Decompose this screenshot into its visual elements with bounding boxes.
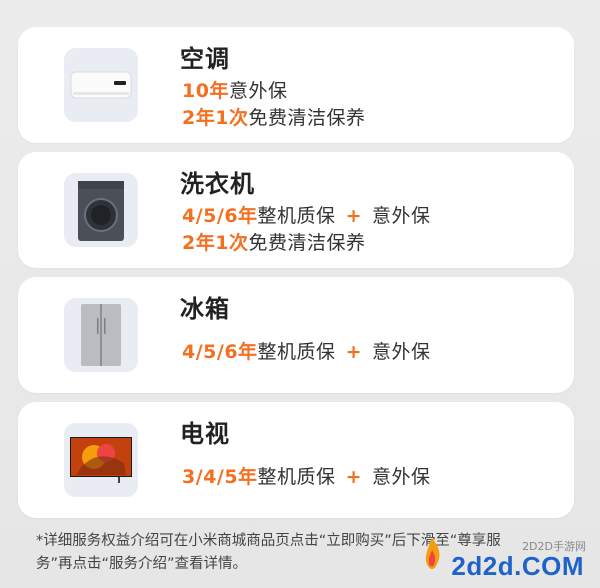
highlight-term: 2年1次	[182, 107, 249, 129]
benefit-line: 2年1次免费清洁保养	[182, 103, 365, 130]
plus-sign: +	[345, 205, 362, 227]
refrigerator-icon	[64, 298, 138, 372]
benefit-text: 整机质保	[257, 341, 336, 363]
card-title: 电视	[180, 420, 230, 448]
watermark-logo: 2d2d.COM	[451, 551, 584, 581]
benefit-text: 免费清洁保养	[248, 107, 366, 129]
benefit-extra: 意外保	[371, 466, 431, 488]
service-card-refrigerator[interactable]: 冰箱 4/5/6年整机质保 + 意外保	[18, 277, 574, 393]
benefit-text: 整机质保	[257, 466, 336, 488]
benefit-text: 意外保	[228, 80, 288, 102]
benefit-line: 4/5/6年整机质保 + 意外保	[182, 337, 431, 364]
benefit-line: 10年意外保	[182, 76, 287, 103]
flame-logo-icon	[425, 538, 440, 569]
card-title: 洗衣机	[180, 170, 255, 198]
benefit-extra: 意外保	[371, 341, 431, 363]
benefit-line: 2年1次免费清洁保养	[182, 228, 365, 255]
service-card-air-conditioner[interactable]: 空调 10年意外保 2年1次免费清洁保养	[18, 27, 574, 143]
plus-sign: +	[345, 341, 362, 363]
benefit-text: 整机质保	[257, 205, 336, 227]
highlight-term: 4/5/6年	[182, 341, 258, 363]
footnote-line: *详细服务权益介绍可在小米商城商品页点击“立即购买”后下滑至“尊享服	[36, 533, 501, 549]
highlight-term: 4/5/6年	[182, 205, 258, 227]
service-card-tv[interactable]: 电视 3/4/5年整机质保 + 意外保	[18, 402, 574, 518]
benefit-line: 3/4/5年整机质保 + 意外保	[182, 462, 431, 489]
highlight-term: 10年	[182, 80, 229, 102]
highlight-term: 3/4/5年	[182, 466, 258, 488]
card-title: 冰箱	[180, 295, 230, 323]
benefit-text: 免费清洁保养	[248, 232, 366, 254]
tv-icon	[64, 423, 138, 497]
washing-machine-icon	[64, 173, 138, 247]
air-conditioner-icon	[64, 48, 138, 122]
benefit-line: 4/5/6年整机质保 + 意外保	[182, 201, 431, 228]
benefit-extra: 意外保	[371, 205, 431, 227]
highlight-term: 2年1次	[182, 232, 249, 254]
plus-sign: +	[345, 466, 362, 488]
card-title: 空调	[180, 45, 230, 73]
service-card-washing-machine[interactable]: 洗衣机 4/5/6年整机质保 + 意外保 2年1次免费清洁保养	[18, 152, 574, 268]
